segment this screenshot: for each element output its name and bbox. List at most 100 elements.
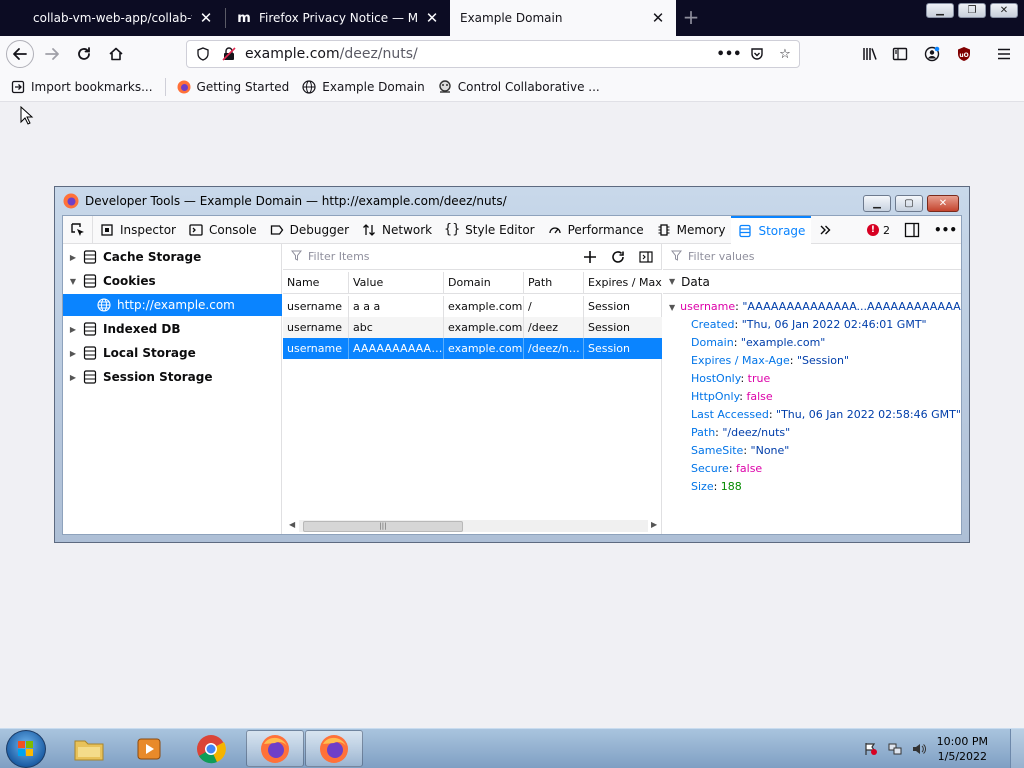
tab-memory[interactable]: Memory [650, 216, 732, 244]
insecure-lock-icon[interactable] [221, 46, 237, 62]
add-item-button[interactable] [581, 248, 599, 266]
star-icon[interactable]: ☆ [777, 46, 793, 62]
taskbar-chrome[interactable] [182, 730, 240, 767]
error-count-badge[interactable]: ! 2 [866, 224, 890, 237]
table-row-selected[interactable]: username AAAAAAAAAAAAAAAAAAAAAAAAAAAAAA … [283, 338, 662, 359]
data-section-header[interactable]: ▼ Data [663, 270, 961, 294]
taskbar-firefox-2[interactable] [305, 730, 363, 767]
tree-item-cookies[interactable]: ▼ Cookies [63, 270, 282, 292]
ublock-button[interactable]: uO [950, 40, 978, 68]
tree-item-session-storage[interactable]: ▶ Session Storage [63, 366, 282, 388]
data-property[interactable]: HttpOnly: false [663, 388, 961, 406]
data-property[interactable]: Domain: "example.com" [663, 334, 961, 352]
home-button[interactable] [102, 40, 130, 68]
taskbar-explorer[interactable] [60, 730, 118, 767]
data-property[interactable]: Created: "Thu, 06 Jan 2022 02:46:01 GMT" [663, 316, 961, 334]
tree-item-indexed-db[interactable]: ▶ Indexed DB [63, 318, 282, 340]
data-property[interactable]: HostOnly: true [663, 370, 961, 388]
bookmark-getting-started[interactable]: Getting Started [176, 79, 289, 95]
tab-debugger[interactable]: Debugger [263, 216, 355, 244]
devtools-close-button[interactable]: ✕ [927, 195, 959, 212]
bookmark-control-collaborative[interactable]: Control Collaborative ... [437, 79, 600, 95]
clock[interactable]: 10:00 PM 1/5/2022 [937, 734, 988, 764]
twisty-expanded-icon[interactable]: ▼ [669, 303, 675, 312]
twisty-collapsed-icon[interactable]: ▶ [67, 349, 79, 358]
page-actions-icon[interactable]: ••• [717, 46, 742, 62]
volume-icon[interactable] [911, 741, 927, 757]
tab-network[interactable]: Network [355, 216, 438, 244]
close-window-button[interactable]: ✕ [990, 3, 1018, 18]
library-button[interactable] [856, 40, 884, 68]
column-header-domain[interactable]: Domain [443, 272, 523, 293]
more-tools-button[interactable] [811, 216, 844, 244]
minimize-button[interactable]: ▁ [926, 3, 954, 18]
forward-button[interactable] [38, 40, 66, 68]
twisty-collapsed-icon[interactable]: ▶ [67, 253, 79, 262]
refresh-button[interactable] [609, 248, 627, 266]
network-icon[interactable] [887, 741, 903, 757]
show-desktop-button[interactable] [1010, 729, 1024, 768]
start-button[interactable] [6, 730, 46, 768]
tab-inspector[interactable]: Inspector [93, 216, 182, 244]
filter-values-input[interactable]: Filter values [663, 244, 961, 270]
scroll-right-icon[interactable]: ▶ [651, 520, 657, 529]
twisty-expanded-icon[interactable]: ▼ [67, 277, 79, 286]
toggle-sidebar-button[interactable] [637, 248, 655, 266]
data-property[interactable]: Path: "/deez/nuts" [663, 424, 961, 442]
sidebar-button[interactable] [886, 40, 914, 68]
table-row[interactable]: username a a a example.com / Session [283, 296, 662, 317]
data-property[interactable]: SameSite: "None" [663, 442, 961, 460]
dock-layout-icon[interactable] [904, 222, 920, 238]
tab-performance[interactable]: Performance [541, 216, 650, 244]
table-row[interactable]: username abc example.com /deez Session [283, 317, 662, 338]
data-property[interactable]: Expires / Max-Age: "Session" [663, 352, 961, 370]
bookmark-example-domain[interactable]: Example Domain [301, 79, 425, 95]
tab-console[interactable]: Console [182, 216, 263, 244]
tree-item-local-storage[interactable]: ▶ Local Storage [63, 342, 282, 364]
back-button[interactable] [6, 40, 34, 68]
url-bar[interactable]: example.com/deez/nuts/ ••• ☆ [186, 40, 800, 68]
element-picker-button[interactable] [63, 216, 93, 244]
account-button[interactable] [918, 40, 946, 68]
data-root-variable[interactable]: ▼ username: "AAAAAAAAAAAAAA...AAAAAAAAAAA… [663, 298, 961, 316]
tree-item-cache-storage[interactable]: ▶ Cache Storage [63, 246, 282, 268]
shield-icon[interactable] [195, 46, 211, 62]
restore-button[interactable]: ❐ [958, 3, 986, 18]
tab-style-editor[interactable]: {} Style Editor [438, 216, 540, 244]
taskbar-media-player[interactable] [120, 730, 178, 767]
column-header-expires[interactable]: Expires / Max-Age [583, 272, 662, 293]
close-icon[interactable]: ✕ [198, 9, 214, 27]
data-property[interactable]: Size: 188 [663, 478, 961, 496]
more-options-icon[interactable]: ••• [934, 223, 957, 237]
url-text[interactable]: example.com/deez/nuts/ [245, 46, 418, 62]
taskbar-firefox-1[interactable] [246, 730, 304, 767]
action-center-flag-icon[interactable] [863, 741, 879, 757]
column-header-value[interactable]: Value [348, 272, 443, 293]
devtools-maximize-button[interactable]: ▢ [895, 195, 923, 212]
data-property[interactable]: Last Accessed: "Thu, 06 Jan 2022 02:58:4… [663, 406, 961, 424]
menu-button[interactable] [990, 40, 1018, 68]
devtools-minimize-button[interactable]: ▁ [863, 195, 891, 212]
tab-collab-vm[interactable]: collab-vm-web-app/collab-vm ✕ [0, 0, 224, 36]
reload-button[interactable] [70, 40, 98, 68]
filter-items-input[interactable]: Filter Items [283, 250, 370, 264]
devtools-titlebar[interactable]: Developer Tools — Example Domain — http:… [55, 187, 969, 215]
tab-storage[interactable]: Storage [731, 216, 812, 244]
horizontal-scrollbar[interactable]: ◀ ||| ▶ [287, 520, 660, 532]
column-header-path[interactable]: Path [523, 272, 583, 293]
twisty-expanded-icon[interactable]: ▼ [669, 277, 675, 286]
pocket-icon[interactable] [749, 46, 765, 62]
close-icon[interactable]: ✕ [424, 9, 440, 27]
scrollbar-thumb[interactable]: ||| [303, 521, 463, 532]
bookmark-import[interactable]: Import bookmarks... [10, 79, 153, 95]
twisty-collapsed-icon[interactable]: ▶ [67, 325, 79, 334]
tab-example-domain[interactable]: Example Domain ✕ [450, 0, 676, 36]
tree-item-cookie-host[interactable]: http://example.com [63, 294, 282, 316]
data-property[interactable]: Secure: false [663, 460, 961, 478]
tab-firefox-privacy[interactable]: m Firefox Privacy Notice — Mozilla ✕ [226, 0, 450, 36]
new-tab-button[interactable]: + [680, 6, 702, 28]
close-icon[interactable]: ✕ [650, 9, 666, 27]
scroll-left-icon[interactable]: ◀ [289, 520, 295, 529]
twisty-collapsed-icon[interactable]: ▶ [67, 373, 79, 382]
column-header-name[interactable]: Name [283, 272, 348, 293]
